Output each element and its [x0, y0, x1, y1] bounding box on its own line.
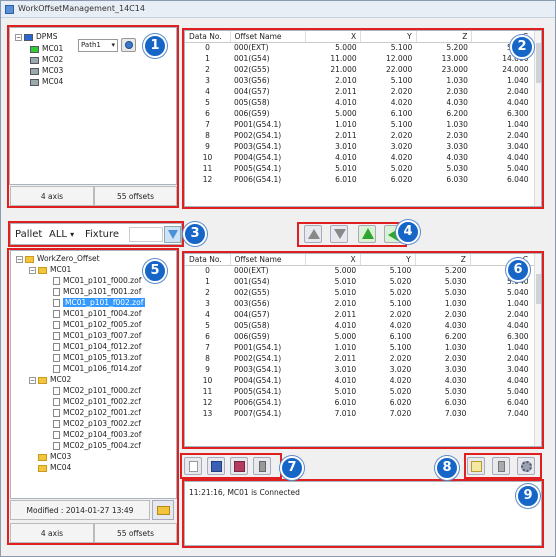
- highlight-box-7: [180, 453, 282, 479]
- highlight-box-2: [182, 28, 544, 209]
- badge-7: 7: [280, 456, 304, 480]
- badge-5: 5: [143, 259, 167, 283]
- highlight-box-5: [7, 248, 179, 545]
- badge-3: 3: [183, 222, 207, 246]
- badge-4: 4: [396, 220, 420, 244]
- badge-2: 2: [510, 35, 534, 59]
- app-icon: [5, 5, 14, 14]
- main-window: WorkOffsetManagement_14C14 − DPMS MC01 MC…: [0, 0, 556, 557]
- highlight-box-3: [8, 221, 184, 247]
- title-bar: WorkOffsetManagement_14C14: [1, 1, 555, 18]
- window-title: WorkOffsetManagement_14C14: [18, 4, 145, 13]
- highlight-box-8: [464, 453, 542, 479]
- badge-8: 8: [435, 456, 459, 480]
- highlight-box-9: [182, 479, 544, 548]
- badge-9: 9: [516, 484, 540, 508]
- badge-1: 1: [143, 34, 167, 58]
- badge-6: 6: [506, 258, 530, 282]
- highlight-box-4: [297, 222, 407, 247]
- highlight-box-6: [182, 251, 544, 449]
